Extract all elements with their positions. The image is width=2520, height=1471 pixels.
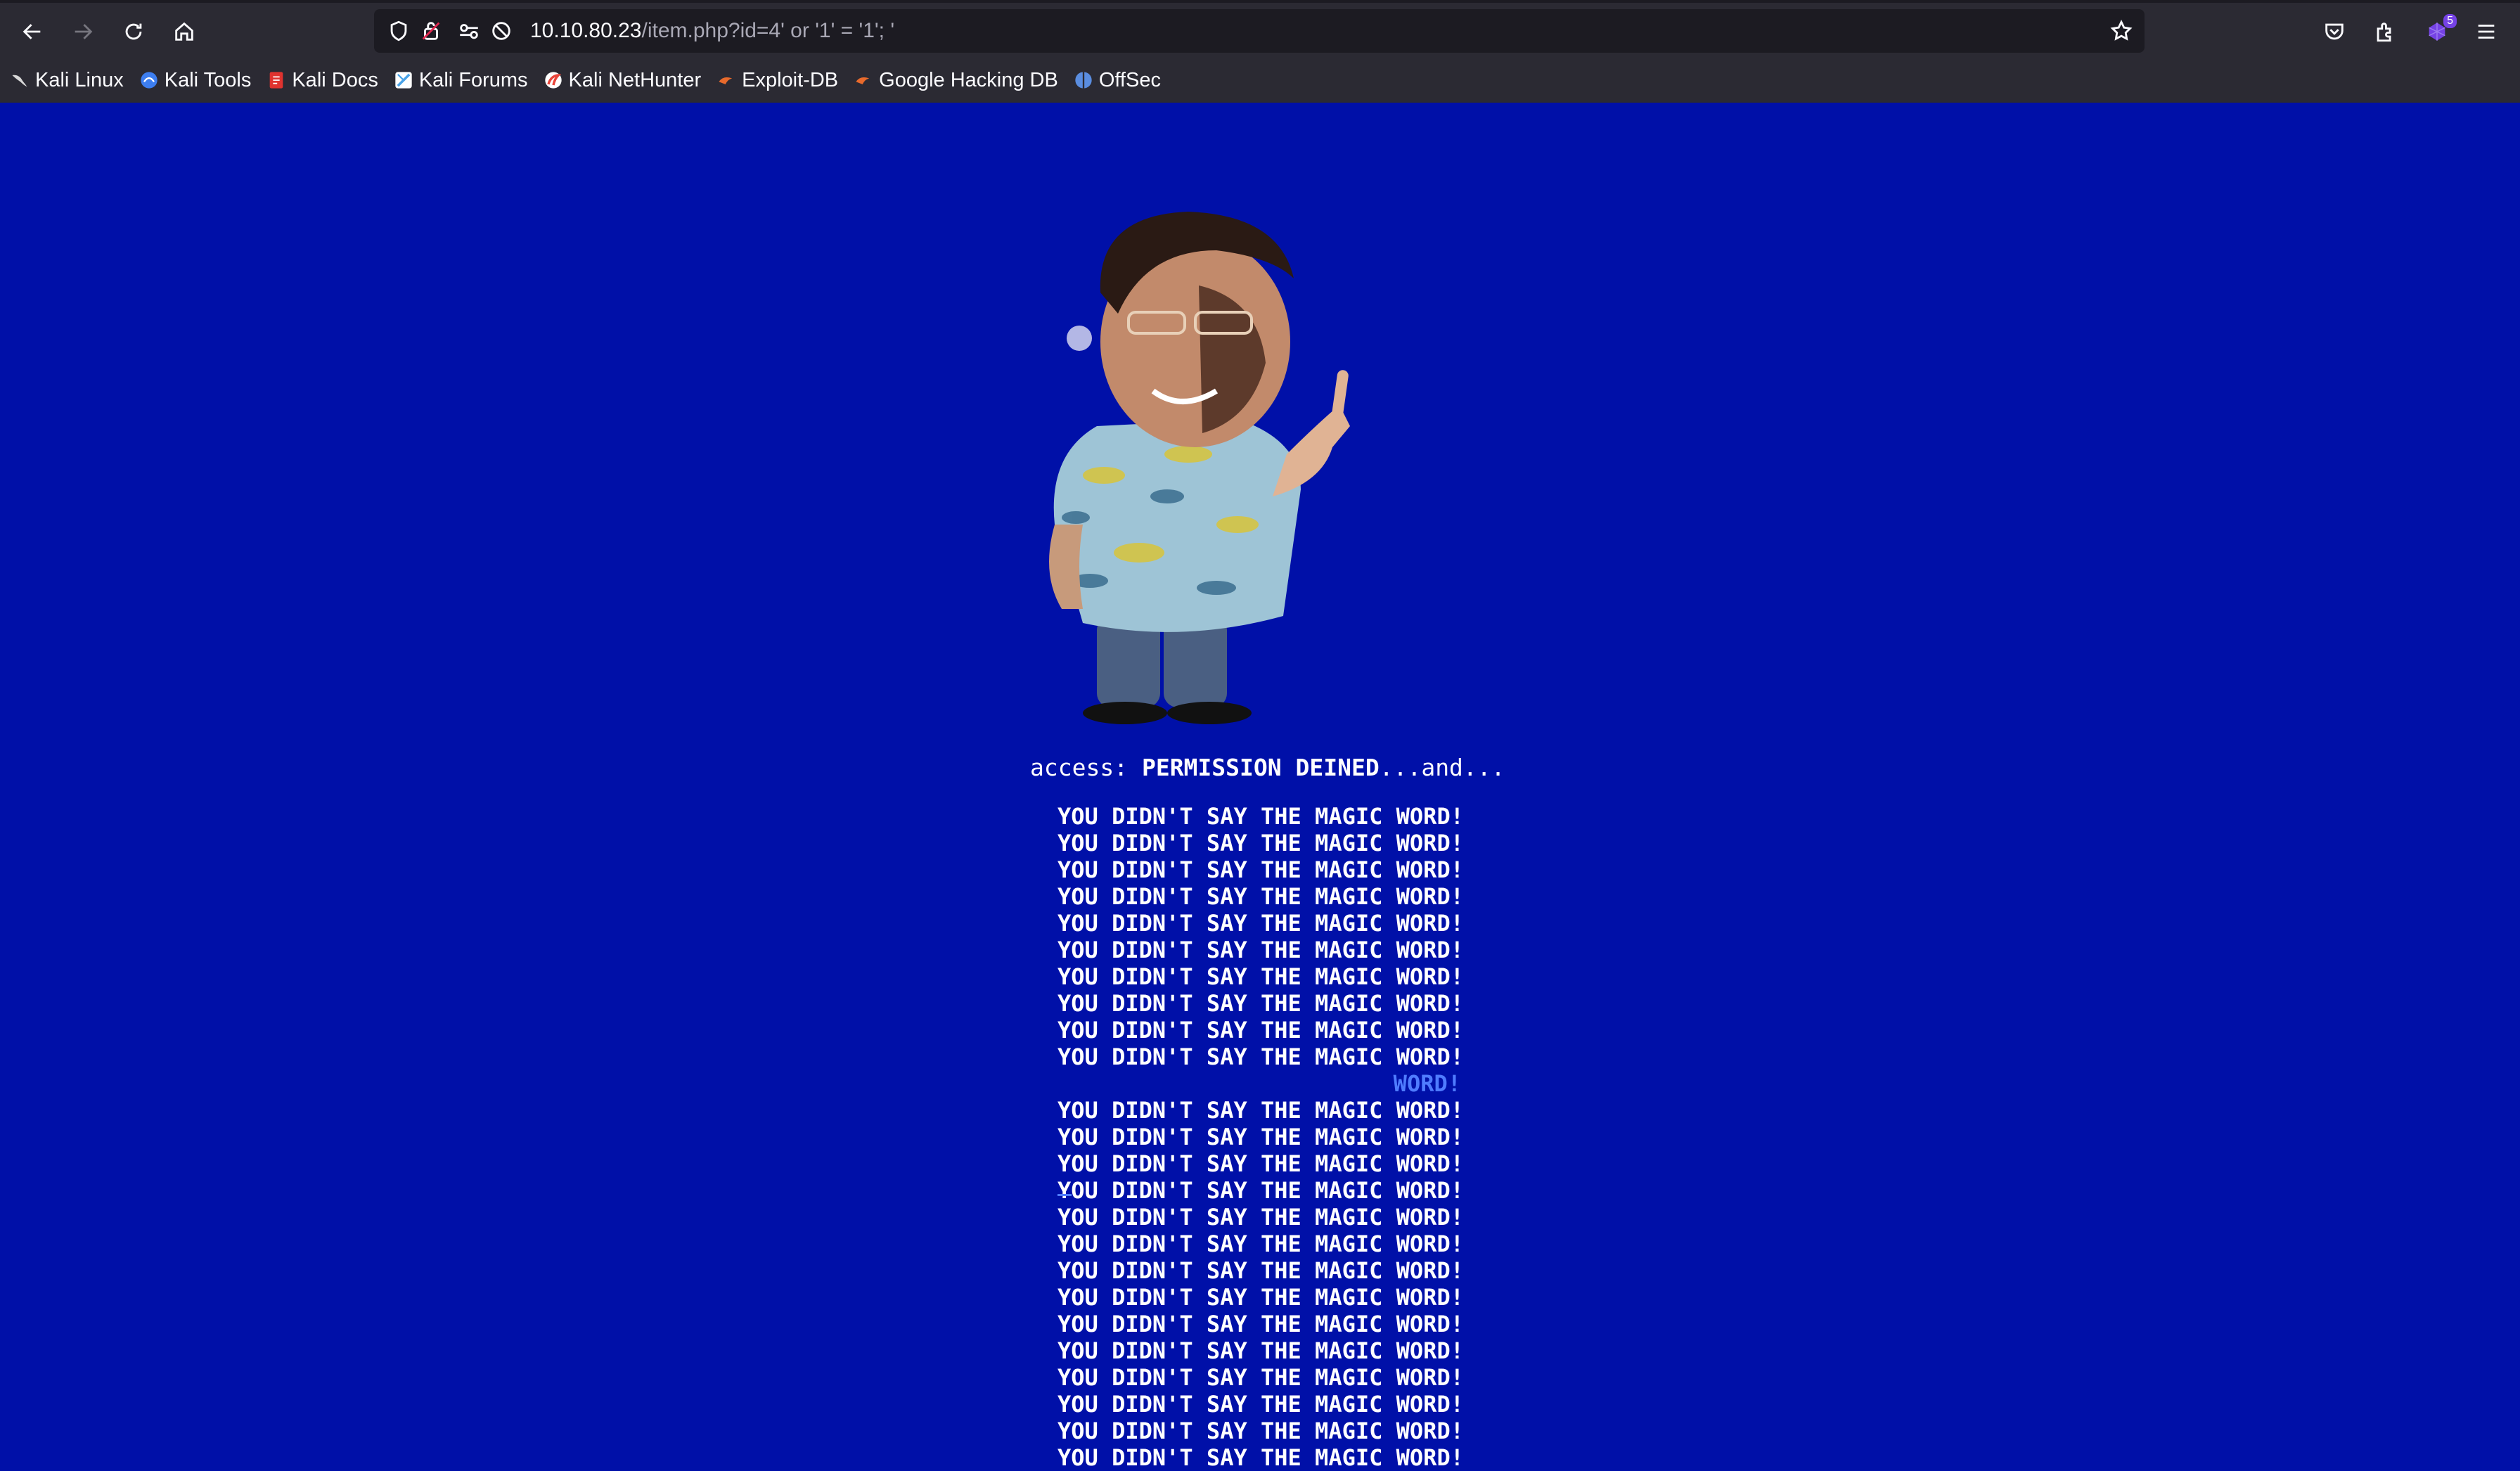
text-cursor	[1058, 1194, 1072, 1196]
access-status-line: access: PERMISSION DEINED...and...	[1030, 750, 1505, 786]
magic-line: YOU DIDN'T SAY THE MAGIC WORD!	[1058, 1204, 1464, 1231]
magic-line: YOU DIDN'T SAY THE MAGIC WORD!	[1058, 963, 1464, 990]
reload-button[interactable]	[114, 14, 153, 49]
bookmark-kali-nethunter[interactable]: Kali NetHunter	[544, 62, 702, 98]
kali-docs-icon	[266, 70, 286, 90]
reload-icon	[125, 23, 142, 40]
magic-line: YOU DIDN'T SAY THE MAGIC WORD!	[1058, 830, 1464, 856]
pocket-icon	[2325, 23, 2344, 40]
magic-line-partial: WORD!	[1393, 1070, 1461, 1097]
magic-line: YOU DIDN'T SAY THE MAGIC WORD!	[1058, 1017, 1464, 1043]
bookmark-label: Kali Linux	[35, 68, 124, 91]
access-status: PERMISSION DEINED	[1141, 754, 1380, 781]
exploit-db-icon	[716, 70, 736, 90]
figure-raised-finger	[1332, 370, 1349, 419]
address-bar[interactable]: 10.10.80.23/item.php?id=4' or '1' = '1';…	[374, 9, 2145, 53]
bookmark-kali-forums[interactable]: Kali Forums	[394, 62, 528, 98]
puzzle-icon	[2377, 23, 2391, 42]
back-arrow-icon	[22, 24, 41, 39]
bookmark-label: Kali Docs	[292, 68, 378, 91]
url-host: 10.10.80.23	[530, 19, 642, 42]
forward-button[interactable]	[63, 14, 103, 49]
magic-line: YOU DIDN'T SAY THE MAGIC WORD!	[1058, 1124, 1464, 1150]
browser-toolbar: 10.10.80.23/item.php?id=4' or '1' = '1';…	[0, 0, 2520, 103]
bookmark-google-hacking-db[interactable]: Google Hacking DB	[854, 62, 1058, 98]
magic-line: YOU DIDN'T SAY THE MAGIC WORD!	[1058, 1337, 1464, 1364]
pocket-button[interactable]	[2316, 14, 2353, 49]
magic-line: YOU DIDN'T SAY THE MAGIC WORD!	[1058, 1284, 1464, 1311]
kali-dragon-icon	[10, 70, 30, 90]
figure-shoe-left	[1083, 702, 1167, 724]
nethunter-icon	[544, 70, 563, 90]
bookmark-label: OffSec	[1098, 68, 1161, 91]
shield-icon[interactable]	[387, 19, 411, 43]
magic-line: YOU DIDN'T SAY THE MAGIC WORD!	[1058, 803, 1464, 830]
insecure-lock-icon[interactable]	[419, 19, 443, 43]
bookmark-star-icon[interactable]	[2109, 19, 2133, 43]
kali-forums-icon	[394, 70, 413, 90]
magic-line: YOU DIDN'T SAY THE MAGIC WORD!	[1058, 937, 1464, 963]
magic-word-list: YOU DIDN'T SAY THE MAGIC WORD! YOU DIDN'T…	[1058, 803, 1550, 1471]
bookmark-kali-linux[interactable]: Kali Linux	[10, 62, 124, 98]
home-icon	[175, 22, 193, 41]
menu-button[interactable]	[2468, 14, 2505, 49]
bookmark-exploit-db[interactable]: Exploit-DB	[716, 62, 838, 98]
figure-shoe-right	[1167, 702, 1252, 724]
bookmark-kali-docs[interactable]: Kali Docs	[266, 62, 378, 98]
access-suffix: ...and...	[1379, 754, 1505, 781]
offsec-icon	[1074, 70, 1093, 90]
bookmark-kali-tools[interactable]: Kali Tools	[139, 62, 252, 98]
magic-line: YOU DIDN'T SAY THE MAGIC WORD!	[1058, 1418, 1464, 1444]
image-artifact	[1067, 326, 1092, 351]
magic-line: YOU DIDN'T SAY THE MAGIC WORD!	[1058, 856, 1464, 883]
bookmark-label: Kali Forums	[418, 68, 528, 91]
magic-line: YOU DIDN'T SAY THE MAGIC WORD!	[1058, 1150, 1464, 1177]
magic-line: YOU DIDN'T SAY THE MAGIC WORD!	[1058, 1097, 1464, 1124]
magic-line: YOU DIDN'T SAY THE MAGIC WORD!	[1058, 1311, 1464, 1337]
permissions-icon[interactable]	[457, 19, 481, 43]
tracking-protection-icon[interactable]	[489, 19, 513, 43]
magic-line: YOU DIDN'T SAY THE MAGIC WORD!	[1058, 883, 1464, 910]
url-text[interactable]: 10.10.80.23/item.php?id=4' or '1' = '1';…	[530, 18, 894, 44]
forward-arrow-icon	[75, 24, 93, 39]
magic-line: YOU DIDN'T SAY THE MAGIC WORD!	[1058, 1043, 1464, 1070]
extension-button[interactable]: 5	[2419, 14, 2457, 49]
bookmark-label: Kali Tools	[164, 68, 252, 91]
magic-line: YOU DIDN'T SAY THE MAGIC WORD!	[1058, 1177, 1464, 1204]
bookmarks-toolbar: Kali Linux Kali Tools Kali Docs Kali For…	[10, 62, 1176, 98]
url-path: /item.php?id=4' or '1' = '1'; '	[641, 19, 895, 42]
bookmark-label: Google Hacking DB	[879, 68, 1058, 91]
magic-line: YOU DIDN'T SAY THE MAGIC WORD!	[1058, 1391, 1464, 1418]
extension-badge: 5	[2443, 14, 2457, 28]
page-content: access: PERMISSION DEINED...and... YOU D…	[0, 103, 2520, 1471]
extensions-button[interactable]	[2367, 14, 2403, 49]
magic-line: YOU DIDN'T SAY THE MAGIC WORD!	[1058, 910, 1464, 937]
tab-strip-edge	[0, 0, 2520, 3]
magic-line: YOU DIDN'T SAY THE MAGIC WORD!	[1058, 1364, 1464, 1391]
bookmark-label: Kali NetHunter	[568, 68, 702, 91]
magic-line: YOU DIDN'T SAY THE MAGIC WORD!	[1058, 1444, 1464, 1471]
hamburger-menu-icon	[2478, 25, 2495, 39]
magic-line: YOU DIDN'T SAY THE MAGIC WORD!	[1058, 1257, 1464, 1284]
ghdb-icon	[854, 70, 873, 90]
magic-line: YOU DIDN'T SAY THE MAGIC WORD!	[1058, 1231, 1464, 1257]
man-wagging-finger-image	[1049, 212, 1350, 724]
magic-line: YOU DIDN'T SAY THE MAGIC WORD!	[1058, 990, 1464, 1017]
access-prefix: access:	[1030, 754, 1142, 781]
home-button[interactable]	[165, 14, 204, 49]
bookmark-label: Exploit-DB	[742, 68, 839, 91]
back-button[interactable]	[13, 14, 52, 49]
kali-tools-icon	[139, 70, 159, 90]
bookmark-offsec[interactable]: OffSec	[1074, 62, 1161, 98]
figure-arm-left	[1049, 525, 1083, 609]
